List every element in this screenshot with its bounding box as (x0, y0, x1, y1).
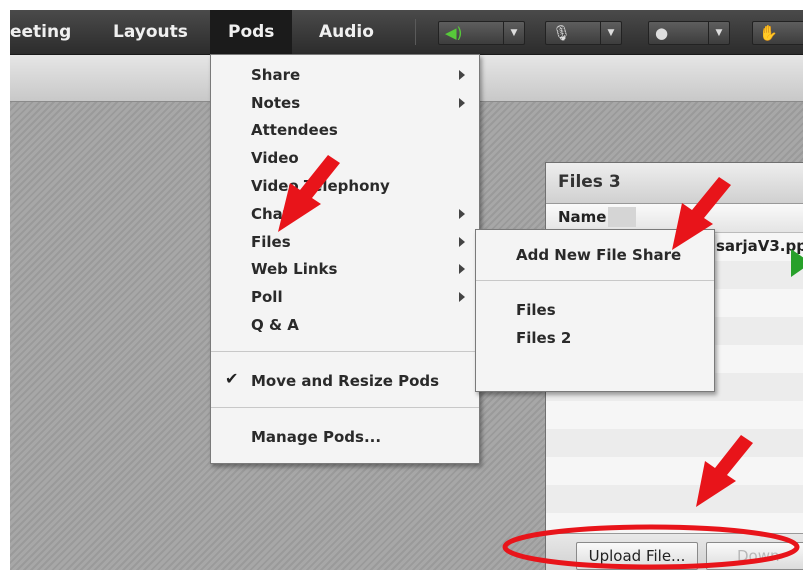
table-row (546, 485, 803, 513)
menu-audio[interactable]: Audio (319, 10, 374, 54)
speaker-control[interactable]: ◀) ▼ (438, 21, 525, 45)
menu-item-q-and-a[interactable]: Q & A (251, 315, 299, 335)
menu-item-files[interactable]: Files (251, 232, 291, 252)
table-row (546, 401, 803, 429)
column-header-cell (608, 207, 636, 227)
menubar-divider (415, 19, 416, 45)
menu-item-chat[interactable]: Chat (251, 204, 290, 224)
menu-item-attendees[interactable]: Attendees (251, 120, 338, 140)
raise-hand-icon: ✋ (759, 24, 778, 42)
menu-pods[interactable]: Pods (210, 10, 293, 54)
screenshot-stage: eeting Layouts Pods Audio ◀) ▼ 🎙 ▼ ● ▼ ✋… (10, 10, 803, 570)
chevron-down-icon[interactable]: ▼ (503, 22, 524, 44)
menu-item-manage-pods[interactable]: Manage Pods... (251, 427, 381, 447)
chevron-down-icon[interactable]: ▼ (600, 22, 621, 44)
table-row (546, 429, 803, 457)
pod-footer: Upload File... Down (546, 533, 803, 570)
menu-divider (211, 407, 479, 408)
menu-item-files[interactable]: Files (516, 300, 556, 320)
menu-layouts[interactable]: Layouts (113, 10, 188, 54)
upload-file-button[interactable]: Upload File... (576, 542, 698, 570)
top-menubar: eeting Layouts Pods Audio ◀) ▼ 🎙 ▼ ● ▼ ✋ (10, 10, 803, 55)
menu-divider (211, 351, 479, 352)
submenu-arrow-icon (459, 209, 465, 219)
microphone-control[interactable]: 🎙 ▼ (545, 21, 622, 45)
pods-dropdown-menu: Share Notes Attendees Video Video Teleph… (210, 54, 480, 464)
menu-item-files-2[interactable]: Files 2 (516, 328, 571, 348)
submenu-arrow-icon (459, 264, 465, 274)
files-submenu: Add New File Share Files Files 2 (475, 229, 715, 392)
play-indicator-icon (791, 249, 803, 277)
menu-item-video[interactable]: Video (251, 148, 299, 168)
submenu-arrow-icon (459, 98, 465, 108)
file-name: sarjaV3.ppt (716, 237, 803, 255)
menu-item-notes[interactable]: Notes (251, 93, 300, 113)
menu-item-poll[interactable]: Poll (251, 287, 283, 307)
menu-meeting[interactable]: eeting (10, 10, 71, 54)
menu-item-add-new-file-share[interactable]: Add New File Share (516, 245, 681, 265)
table-row (546, 457, 803, 485)
menu-divider (476, 280, 714, 281)
menu-item-video-telephony[interactable]: Video Telephony (251, 176, 390, 196)
menu-item-share[interactable]: Share (251, 65, 300, 85)
status-control[interactable]: ✋ (752, 21, 803, 45)
menu-item-move-resize-pods[interactable]: Move and Resize Pods (251, 371, 439, 391)
microphone-icon: 🎙 (552, 24, 572, 42)
submenu-arrow-icon (459, 237, 465, 247)
name-column-label: Name (558, 208, 607, 226)
menu-item-web-links[interactable]: Web Links (251, 259, 337, 279)
pod-title-bar[interactable]: Files 3 (546, 163, 803, 204)
webcam-icon: ● (655, 24, 669, 42)
webcam-control[interactable]: ● ▼ (648, 21, 730, 45)
pod-title: Files 3 (558, 172, 621, 192)
submenu-arrow-icon (459, 70, 465, 80)
submenu-arrow-icon (459, 292, 465, 302)
checkmark-icon: ✔ (225, 369, 239, 388)
speaker-icon: ◀) (445, 24, 463, 42)
download-button[interactable]: Down (706, 542, 803, 570)
chevron-down-icon[interactable]: ▼ (708, 22, 729, 44)
